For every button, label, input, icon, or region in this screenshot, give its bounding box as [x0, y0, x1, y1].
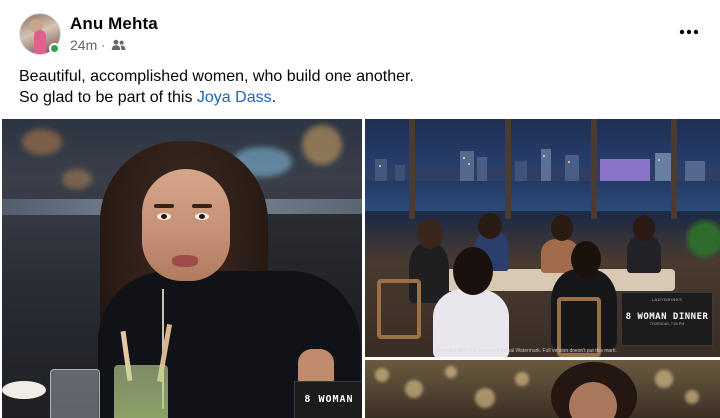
event-sign-kicker: LADYDRINKS — [651, 297, 683, 302]
photo-woman-bokeh[interactable] — [365, 360, 720, 418]
window-frame — [671, 119, 677, 219]
diner-head — [633, 215, 655, 241]
post-meta: 24m · — [70, 37, 126, 53]
post-header: Anu Mehta 24m · — [0, 0, 720, 62]
diner-head — [478, 213, 502, 239]
window-frame — [505, 119, 511, 219]
post-text-line-2: So glad to be part of this Joya Dass. — [19, 87, 699, 108]
woman-eye — [157, 213, 171, 220]
window-frame — [409, 119, 415, 219]
more-options-button[interactable] — [672, 18, 706, 46]
diner-head — [453, 247, 493, 295]
post-text-prefix: So glad to be part of this — [19, 89, 197, 106]
diner-head — [551, 215, 573, 241]
avatar-photo-figure — [34, 30, 46, 54]
meta-separator: · — [101, 38, 106, 52]
event-sign-title: 8 WOMAN DINNER — [625, 312, 709, 322]
bokeh-light — [405, 380, 423, 398]
bokeh-light — [375, 368, 389, 382]
cocktail-glass — [114, 365, 168, 418]
author-name-link[interactable]: Anu Mehta — [70, 14, 158, 34]
mention-link[interactable]: Joya Dass — [197, 89, 272, 106]
bokeh-light — [655, 370, 673, 388]
diner-head — [417, 219, 443, 249]
event-sign-title: 8 WOMAN — [304, 394, 354, 405]
city-skyline — [365, 149, 720, 185]
event-sign-subtitle: THURSDAY, 7:00 PM — [649, 322, 685, 326]
online-status-indicator — [49, 43, 60, 54]
plant — [685, 209, 720, 269]
bokeh-light — [22, 129, 62, 155]
event-sign-card: LADYDRINKS 8 WOMAN DINNER THURSDAY, 7:00… — [621, 292, 713, 346]
post-message: Beautiful, accomplished women, who build… — [19, 66, 699, 108]
diner-head — [571, 241, 601, 277]
event-sign-card: 8 WOMAN — [294, 381, 362, 418]
post-timestamp[interactable]: 24m — [70, 37, 97, 53]
photo-woman-portrait[interactable]: 8 WOMAN — [2, 119, 362, 418]
group-icon[interactable] — [111, 39, 126, 51]
watermark-text: Protected with trial version of Visual W… — [435, 348, 617, 354]
woman-brow — [192, 204, 212, 208]
bokeh-light — [62, 169, 92, 189]
more-horizontal-icon — [679, 29, 699, 35]
photo-dinner-table[interactable]: LADYDRINKS 8 WOMAN DINNER THURSDAY, 7:00… — [365, 119, 720, 357]
post-text-line-1: Beautiful, accomplished women, who build… — [19, 68, 414, 85]
bokeh-light — [515, 372, 529, 386]
diner-white-jacket — [433, 289, 509, 357]
river-water — [365, 181, 720, 211]
window-frame — [591, 119, 597, 219]
water-glass — [50, 369, 100, 418]
woman-lips — [172, 255, 198, 267]
bokeh-light — [475, 388, 495, 408]
chair — [377, 279, 421, 339]
plate — [2, 381, 46, 399]
bokeh-light — [685, 390, 699, 404]
bokeh-light — [302, 125, 342, 165]
bokeh-light — [445, 366, 457, 378]
photo-grid: 8 WOMAN LADYDRINKS 8 WOMAN DINNER THURSD… — [0, 117, 720, 418]
woman-eye — [195, 213, 209, 220]
woman-brow — [154, 204, 174, 208]
post-text-suffix: . — [271, 89, 277, 106]
